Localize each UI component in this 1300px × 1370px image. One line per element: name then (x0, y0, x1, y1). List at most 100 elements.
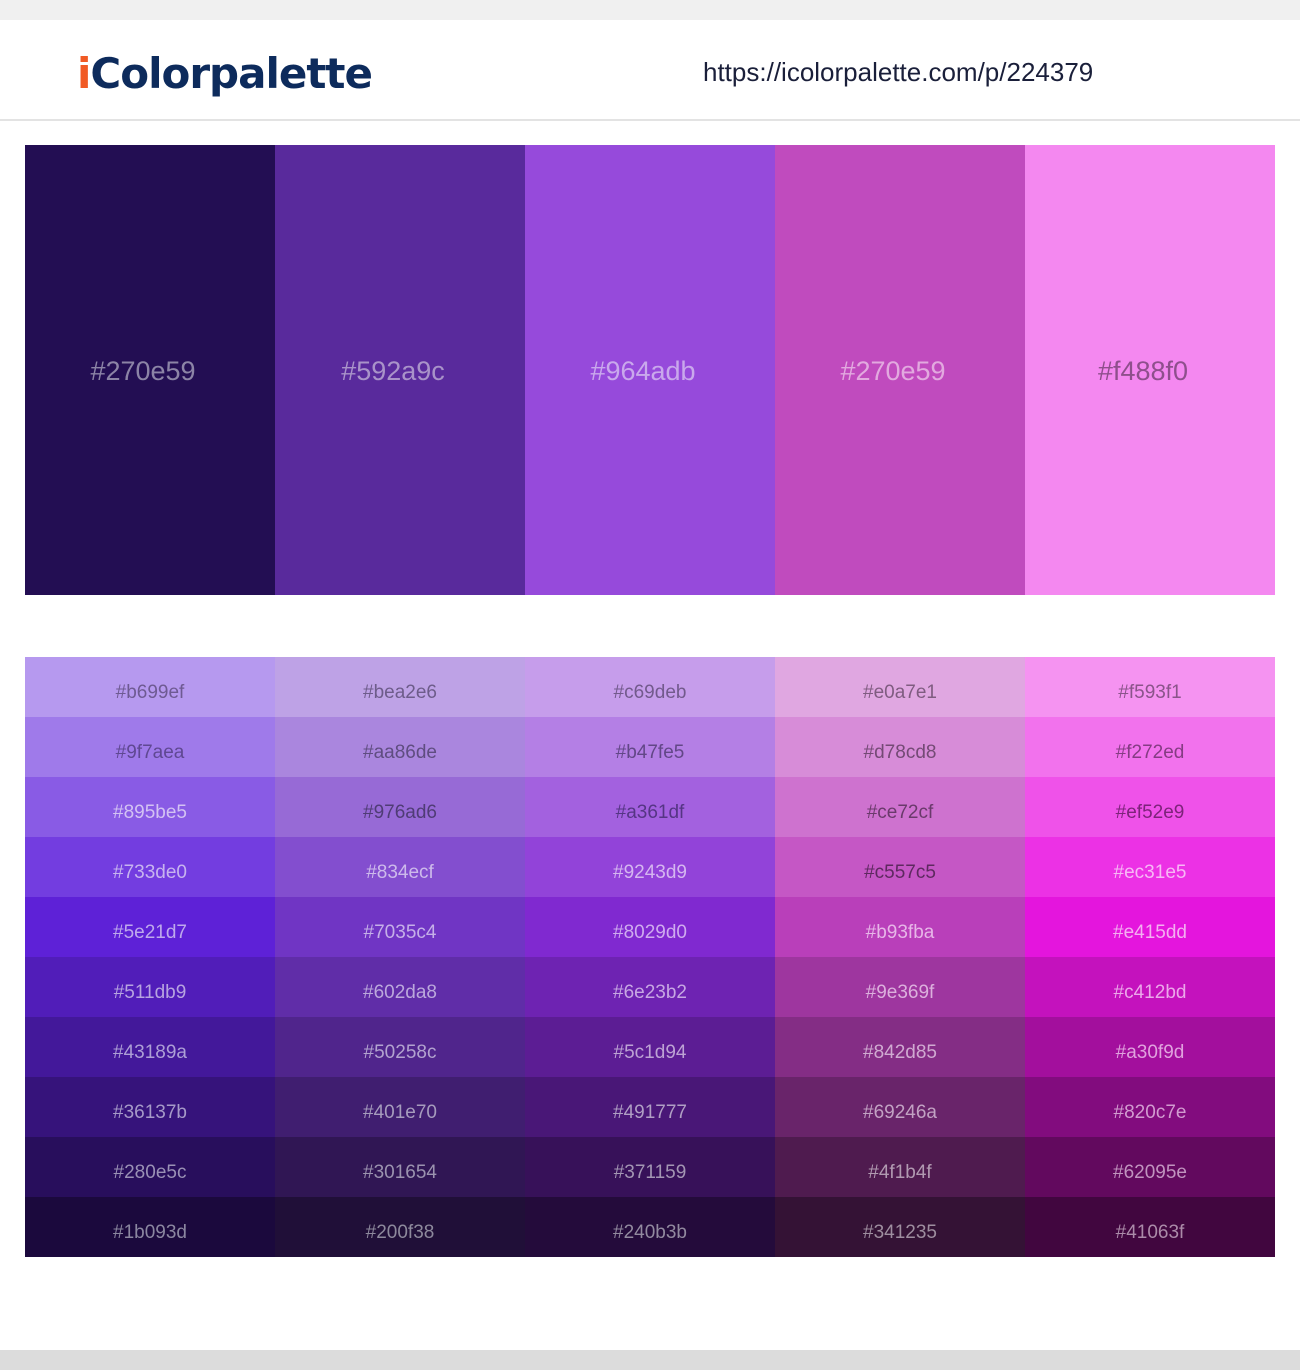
shade-swatch[interactable]: #5c1d94 (525, 1017, 775, 1077)
shade-swatch-hex: #976ad6 (363, 802, 437, 823)
shade-swatch-hex: #a361df (615, 802, 685, 823)
shade-swatch[interactable]: #c69deb (525, 657, 775, 717)
shade-column: #e0a7e1 #d78cd8 #ce72cf #c557c5 #b93fba #9e36… (775, 657, 1025, 1257)
shade-swatch[interactable]: #9f7aea (25, 717, 275, 777)
shade-swatch[interactable]: #ec31e5 (1025, 837, 1275, 897)
shade-swatch[interactable]: #200f38 (275, 1197, 525, 1257)
shade-swatch-hex: #e415dd (1113, 922, 1187, 943)
shade-swatch[interactable]: #36137b (25, 1077, 275, 1137)
shade-swatch[interactable]: #ce72cf (775, 777, 1025, 837)
shade-swatch-hex: #c557c5 (864, 862, 936, 883)
shade-swatch-hex: #bea2e6 (363, 682, 437, 703)
shade-swatch[interactable]: #43189a (25, 1017, 275, 1077)
shade-swatch[interactable]: #280e5c (25, 1137, 275, 1197)
shade-swatch[interactable]: #50258c (275, 1017, 525, 1077)
shade-column: #bea2e6 #aa86de #976ad6 #834ecf #7035c4 #602d… (275, 657, 525, 1257)
shade-swatch[interactable]: #511db9 (25, 957, 275, 1017)
shade-swatch-hex: #341235 (863, 1222, 937, 1243)
shade-swatch[interactable]: #d78cd8 (775, 717, 1025, 777)
shade-swatch-hex: #1b093d (113, 1222, 187, 1243)
page: iColorpalette https://icolorpalette.com/… (0, 20, 1300, 1350)
shade-swatch-hex: #602da8 (363, 982, 437, 1003)
shade-column: #c69deb #b47fe5 #a361df #9243d9 #8029d0 #6e23… (525, 657, 775, 1257)
shade-swatch[interactable]: #820c7e (1025, 1077, 1275, 1137)
shade-swatch-hex: #43189a (113, 1042, 187, 1063)
shade-swatch[interactable]: #b47fe5 (525, 717, 775, 777)
shade-swatch[interactable]: #41063f (1025, 1197, 1275, 1257)
shade-swatch[interactable]: #8029d0 (525, 897, 775, 957)
shade-swatch[interactable]: #491777 (525, 1077, 775, 1137)
shade-swatch[interactable]: #6e23b2 (525, 957, 775, 1017)
shade-swatch[interactable]: #aa86de (275, 717, 525, 777)
shade-column: #f593f1 #f272ed #ef52e9 #ec31e5 #e415dd #c412… (1025, 657, 1275, 1257)
shade-swatch-hex: #9243d9 (613, 862, 687, 883)
shade-swatch-hex: #280e5c (113, 1162, 187, 1183)
shade-swatch-hex: #511db9 (113, 982, 187, 1003)
site-logo[interactable]: iColorpalette (77, 44, 373, 104)
shade-swatch-hex: #9f7aea (115, 742, 185, 763)
shade-swatch-hex: #5c1d94 (613, 1042, 687, 1063)
shade-swatch[interactable]: #e0a7e1 (775, 657, 1025, 717)
shade-swatch-hex: #401e70 (363, 1102, 437, 1123)
shade-swatch[interactable]: #b93fba (775, 897, 1025, 957)
site-header: iColorpalette https://icolorpalette.com/… (0, 20, 1300, 121)
shade-swatch[interactable]: #401e70 (275, 1077, 525, 1137)
shade-column: #b699ef #9f7aea #895be5 #733de0 #5e21d7 #511d… (25, 657, 275, 1257)
shade-swatch-hex: #e0a7e1 (863, 682, 937, 703)
main-swatch[interactable]: #964adb (525, 145, 775, 595)
shade-swatch[interactable]: #c557c5 (775, 837, 1025, 897)
shade-swatch-hex: #d78cd8 (863, 742, 937, 763)
shade-swatch[interactable]: #1b093d (25, 1197, 275, 1257)
shade-swatch[interactable]: #834ecf (275, 837, 525, 897)
shade-swatch-hex: #200f38 (365, 1222, 435, 1243)
shade-swatch-hex: #371159 (613, 1162, 687, 1183)
shade-swatch-hex: #842d85 (863, 1042, 937, 1063)
shade-swatch[interactable]: #69246a (775, 1077, 1025, 1137)
shade-swatch[interactable]: #bea2e6 (275, 657, 525, 717)
shade-swatch[interactable]: #842d85 (775, 1017, 1025, 1077)
shade-swatch-hex: #301654 (363, 1162, 437, 1183)
shade-swatch[interactable]: #301654 (275, 1137, 525, 1197)
shade-swatch[interactable]: #b699ef (25, 657, 275, 717)
shade-grid: #b699ef #9f7aea #895be5 #733de0 #5e21d7 #511d… (25, 657, 1275, 1257)
shade-swatch-hex: #69246a (863, 1102, 937, 1123)
shade-swatch[interactable]: #733de0 (25, 837, 275, 897)
shade-swatch[interactable]: #240b3b (525, 1197, 775, 1257)
shade-swatch-hex: #ef52e9 (1115, 802, 1185, 823)
shade-swatch[interactable]: #976ad6 (275, 777, 525, 837)
shade-swatch[interactable]: #341235 (775, 1197, 1025, 1257)
shade-swatch[interactable]: #e415dd (1025, 897, 1275, 957)
shade-swatch[interactable]: #602da8 (275, 957, 525, 1017)
main-swatch[interactable]: #f488f0 (1025, 145, 1275, 595)
main-swatch[interactable]: #270e59 (25, 145, 275, 595)
shade-swatch-hex: #b47fe5 (615, 742, 685, 763)
shade-swatch[interactable]: #7035c4 (275, 897, 525, 957)
shade-swatch[interactable]: #5e21d7 (25, 897, 275, 957)
shade-swatch-hex: #8029d0 (613, 922, 687, 943)
shade-swatch[interactable]: #f593f1 (1025, 657, 1275, 717)
shade-swatch[interactable]: #a361df (525, 777, 775, 837)
logo-accent-letter: i (77, 49, 91, 98)
shade-swatch-hex: #50258c (363, 1042, 437, 1063)
shade-swatch[interactable]: #ef52e9 (1025, 777, 1275, 837)
shade-swatch[interactable]: #a30f9d (1025, 1017, 1275, 1077)
main-swatch[interactable]: #592a9c (275, 145, 525, 595)
shade-swatch-hex: #c412bd (1113, 982, 1187, 1003)
shade-swatch-hex: #a30f9d (1115, 1042, 1185, 1063)
shade-swatch[interactable]: #371159 (525, 1137, 775, 1197)
shade-swatch-hex: #733de0 (113, 862, 187, 883)
main-swatch-hex: #964adb (590, 356, 696, 386)
main-swatch-hex: #f488f0 (1097, 356, 1189, 386)
shade-swatch-hex: #c69deb (613, 682, 687, 703)
shade-swatch-hex: #ce72cf (866, 802, 934, 823)
shade-swatch[interactable]: #c412bd (1025, 957, 1275, 1017)
shade-swatch[interactable]: #4f1b4f (775, 1137, 1025, 1197)
shade-swatch[interactable]: #895be5 (25, 777, 275, 837)
shade-swatch[interactable]: #9243d9 (525, 837, 775, 897)
shade-swatch[interactable]: #9e369f (775, 957, 1025, 1017)
shade-swatch-hex: #b93fba (865, 922, 935, 943)
logo-wordmark: Colorpalette (90, 49, 373, 98)
shade-swatch[interactable]: #f272ed (1025, 717, 1275, 777)
shade-swatch[interactable]: #62095e (1025, 1137, 1275, 1197)
main-swatch[interactable]: #270e59 (775, 145, 1025, 595)
